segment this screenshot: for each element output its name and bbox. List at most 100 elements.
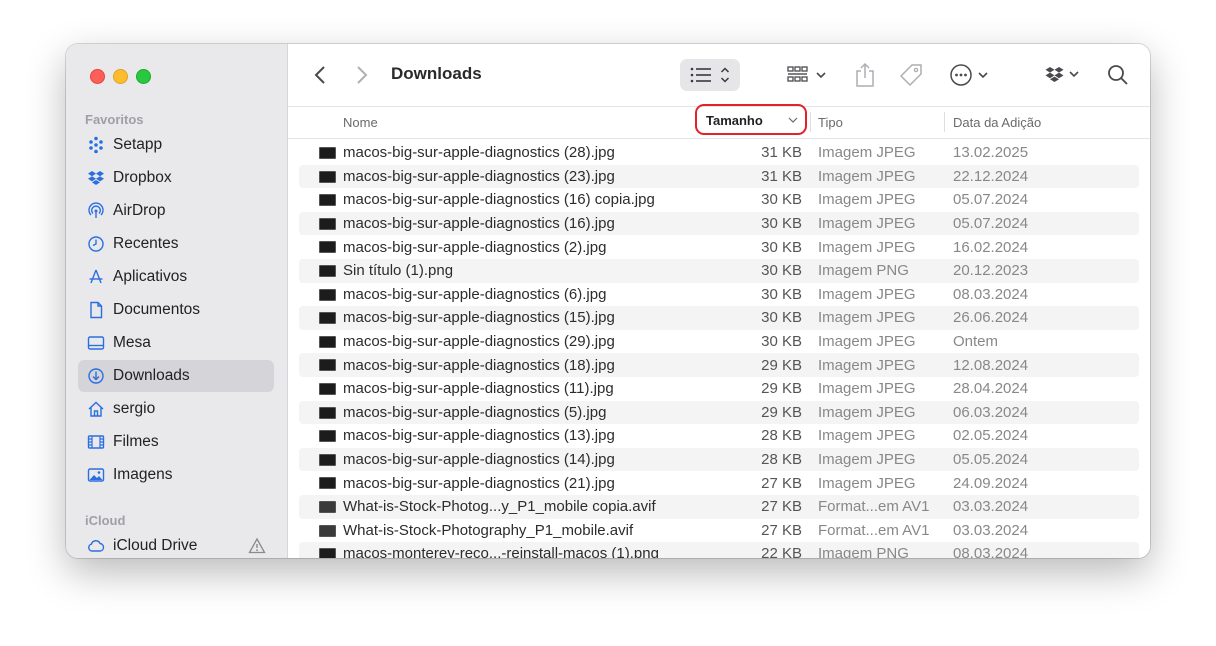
- table-row[interactable]: macos-big-sur-apple-diagnostics (2).jpg 3…: [299, 235, 1139, 259]
- table-row[interactable]: macos-big-sur-apple-diagnostics (29).jpg…: [299, 330, 1139, 354]
- document-icon: [86, 300, 106, 320]
- file-date: 03.03.2024: [953, 498, 1029, 516]
- file-name: macos-big-sur-apple-diagnostics (6).jpg: [343, 285, 607, 303]
- table-row[interactable]: macos-big-sur-apple-diagnostics (18).jpg…: [299, 353, 1139, 377]
- table-row[interactable]: What-is-Stock-Photography_P1_mobile.avif…: [299, 519, 1139, 543]
- sidebar-item-recentes[interactable]: Recentes: [78, 228, 274, 260]
- sidebar-item-airdrop[interactable]: AirDrop: [78, 195, 274, 227]
- file-type: Imagem JPEG: [818, 474, 916, 492]
- file-name: macos-big-sur-apple-diagnostics (16).jpg: [343, 215, 615, 233]
- table-row[interactable]: macos-monterey-reco...-reinstall-macos (…: [299, 542, 1139, 558]
- column-size-sorted[interactable]: Tamanho: [695, 104, 807, 135]
- toolbar: Downloads: [288, 44, 1150, 106]
- table-row[interactable]: macos-big-sur-apple-diagnostics (14).jpg…: [299, 447, 1139, 472]
- file-type: Imagem JPEG: [818, 167, 916, 185]
- share-button[interactable]: [853, 61, 877, 89]
- table-row[interactable]: macos-big-sur-apple-diagnostics (13).jpg…: [299, 424, 1139, 448]
- column-date[interactable]: Data da Adição: [953, 115, 1041, 130]
- close-button[interactable]: [90, 69, 105, 84]
- back-button[interactable]: [310, 64, 330, 86]
- sidebar-item-aplicativos[interactable]: Aplicativos: [78, 261, 274, 293]
- sidebar-item-documentos[interactable]: Documentos: [78, 294, 274, 326]
- image-file-icon: [319, 335, 336, 348]
- desktop-icon: [86, 333, 106, 353]
- table-row[interactable]: What-is-Stock-Photog...y_P1_mobile copia…: [299, 494, 1139, 519]
- forward-button[interactable]: [352, 64, 372, 86]
- table-row[interactable]: macos-big-sur-apple-diagnostics (11).jpg…: [299, 377, 1139, 401]
- dropbox-toolbar-button[interactable]: [1044, 64, 1084, 86]
- file-type: Imagem JPEG: [818, 356, 916, 374]
- file-size: 29 KB: [761, 403, 802, 421]
- downloads-icon: [86, 366, 106, 386]
- file-date: 02.05.2024: [953, 427, 1029, 445]
- file-size: 30 KB: [761, 309, 802, 327]
- file-date: 16.02.2024: [953, 238, 1029, 256]
- sidebar-item-sergio[interactable]: sergio: [78, 393, 274, 425]
- column-divider: [944, 112, 945, 132]
- file-name: What-is-Stock-Photography_P1_mobile.avif: [343, 521, 634, 539]
- sidebar-item-filmes[interactable]: Filmes: [78, 426, 274, 458]
- warning-icon: [248, 537, 266, 554]
- sidebar-item-imagens[interactable]: Imagens: [78, 459, 274, 491]
- list-view-icon: [690, 67, 711, 83]
- group-button[interactable]: [786, 64, 830, 86]
- traffic-lights: [90, 69, 151, 84]
- table-row[interactable]: macos-big-sur-apple-diagnostics (5).jpg 2…: [299, 400, 1139, 425]
- table-row[interactable]: macos-big-sur-apple-diagnostics (16) cop…: [299, 188, 1139, 212]
- search-button[interactable]: [1106, 63, 1130, 87]
- table-row[interactable]: macos-big-sur-apple-diagnostics (15).jpg…: [299, 306, 1139, 330]
- file-date: 05.07.2024: [953, 191, 1029, 209]
- more-actions-button[interactable]: [950, 63, 994, 87]
- column-size-label: Tamanho: [706, 113, 763, 128]
- applications-icon: [86, 267, 106, 287]
- file-name: macos-big-sur-apple-diagnostics (11).jpg: [343, 380, 614, 398]
- file-date: 13.02.2025: [953, 144, 1029, 162]
- image-file-icon: [319, 524, 336, 537]
- sidebar-item-dropbox[interactable]: Dropbox: [78, 162, 274, 194]
- sidebar-item-label: Aplicativos: [113, 268, 188, 285]
- main-area: Downloads Nome Tamanho Tipo Data da Adiç…: [288, 44, 1150, 558]
- file-size: 30 KB: [761, 238, 802, 256]
- file-type: Imagem JPEG: [818, 403, 916, 421]
- file-name: macos-big-sur-apple-diagnostics (2).jpg: [343, 238, 607, 256]
- file-size: 22 KB: [761, 545, 802, 558]
- view-mode-button[interactable]: [680, 59, 740, 91]
- back-icon: [314, 66, 325, 84]
- file-date: 05.05.2024: [953, 451, 1029, 469]
- table-row[interactable]: macos-big-sur-apple-diagnostics (6).jpg 3…: [299, 283, 1139, 307]
- file-type: Imagem PNG: [818, 545, 909, 558]
- image-file-icon: [319, 170, 336, 183]
- share-icon: [856, 62, 874, 87]
- sidebar-item-downloads[interactable]: Downloads: [78, 360, 274, 392]
- airdrop-icon: [86, 201, 106, 221]
- file-name: macos-big-sur-apple-diagnostics (18).jpg: [343, 356, 615, 374]
- file-date: 24.09.2024: [953, 474, 1029, 492]
- zoom-button[interactable]: [136, 69, 151, 84]
- file-date: 12.08.2024: [953, 356, 1029, 374]
- table-row[interactable]: macos-big-sur-apple-diagnostics (28).jpg…: [299, 141, 1139, 165]
- sidebar-item-setapp[interactable]: Setapp: [78, 129, 274, 161]
- column-name[interactable]: Nome: [343, 115, 378, 130]
- tag-button[interactable]: [898, 63, 924, 87]
- table-row[interactable]: macos-big-sur-apple-diagnostics (23).jpg…: [299, 164, 1139, 189]
- file-size: 30 KB: [761, 191, 802, 209]
- table-row[interactable]: macos-big-sur-apple-diagnostics (16).jpg…: [299, 211, 1139, 236]
- table-row[interactable]: macos-big-sur-apple-diagnostics (21).jpg…: [299, 471, 1139, 495]
- image-file-icon: [319, 147, 336, 159]
- sidebar-item-icloud-drive[interactable]: iCloud Drive: [78, 530, 274, 558]
- sidebar-item-label: Recentes: [113, 235, 179, 252]
- image-file-icon: [319, 548, 336, 558]
- column-type[interactable]: Tipo: [818, 115, 843, 130]
- sidebar: Favoritos Setapp Dropbox AirDrop Recente…: [66, 44, 288, 558]
- file-size: 30 KB: [761, 262, 802, 280]
- minimize-button[interactable]: [113, 69, 128, 84]
- sidebar-item-label: sergio: [113, 400, 156, 417]
- table-row[interactable]: Sin título (1).png 30 KB Imagem PNG 20.12.2…: [299, 258, 1139, 283]
- file-date: 03.03.2024: [953, 521, 1029, 539]
- home-icon: [86, 399, 106, 419]
- file-name: macos-big-sur-apple-diagnostics (13).jpg: [343, 427, 615, 445]
- file-type: Imagem JPEG: [818, 333, 916, 351]
- sidebar-item-mesa[interactable]: Mesa: [78, 327, 274, 359]
- icloud-section-title: iCloud: [85, 513, 126, 528]
- file-name: macos-big-sur-apple-diagnostics (29).jpg: [343, 333, 615, 351]
